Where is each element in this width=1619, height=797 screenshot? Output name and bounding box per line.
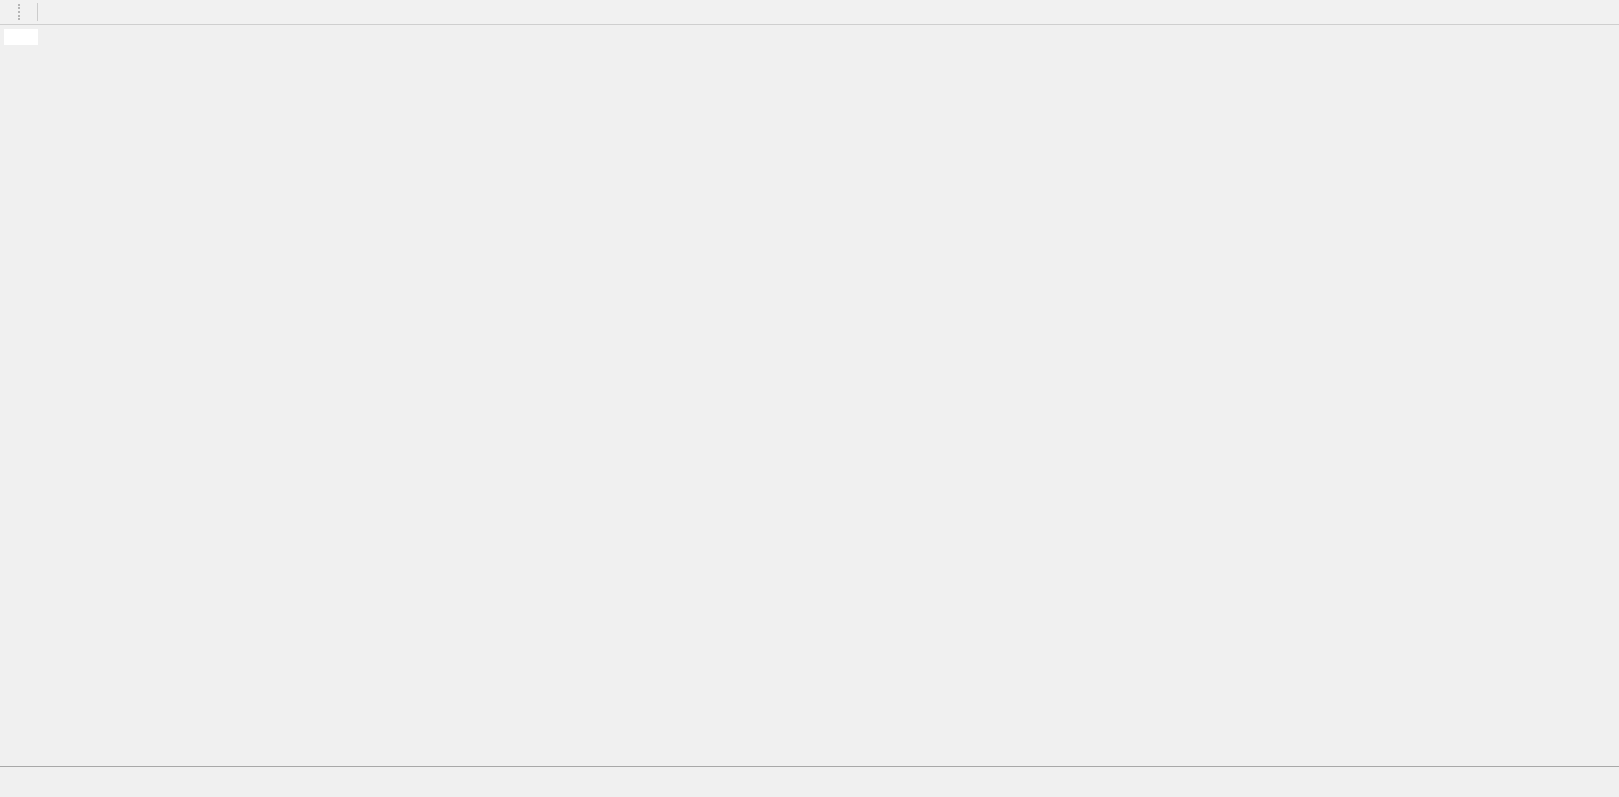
chart-canvas[interactable] bbox=[0, 0, 1619, 797]
tab-scroll-arrows bbox=[1601, 786, 1619, 790]
top-toolbar bbox=[0, 0, 1619, 25]
chart-tab-bar bbox=[0, 766, 1619, 790]
toolbar-grip bbox=[18, 4, 23, 20]
mt4-terminal: { "icons": { "title_dropdown": "▼", "too… bbox=[0, 0, 1619, 797]
chart-title bbox=[4, 29, 38, 45]
chart-tool-button[interactable] bbox=[2, 10, 14, 14]
toolbar-separator bbox=[37, 3, 38, 21]
